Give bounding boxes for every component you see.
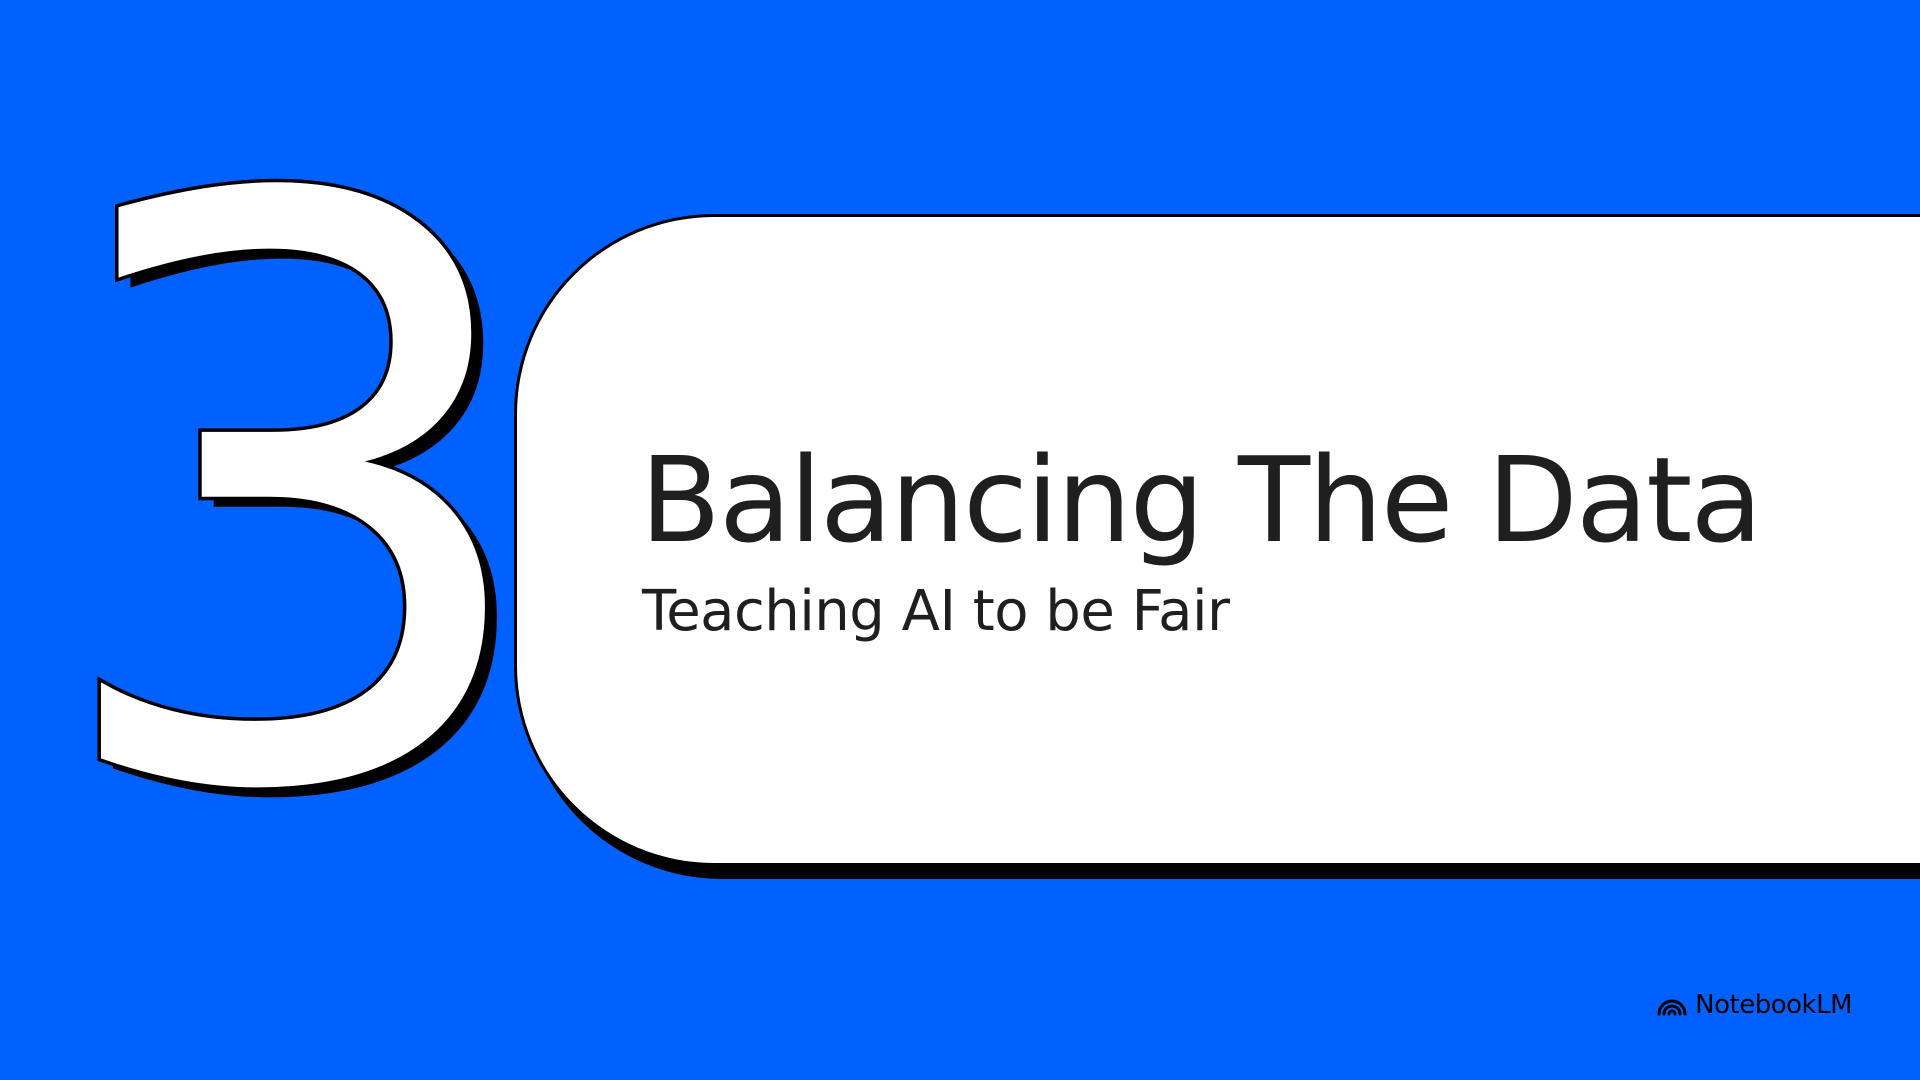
section-number: 3 3 [37, 30, 561, 976]
slide-subtitle: Teaching AI to be Fair [642, 579, 1230, 644]
brand-watermark: NotebookLM [1657, 990, 1852, 1020]
slide: 3 3 Balancing The Data Teaching AI to be… [0, 0, 1920, 1080]
notebooklm-logo-icon [1657, 994, 1687, 1016]
section-number-text: 3 [40, 33, 549, 965]
slide-title: Balancing The Data [640, 431, 1763, 569]
brand-name: NotebookLM [1695, 990, 1852, 1020]
